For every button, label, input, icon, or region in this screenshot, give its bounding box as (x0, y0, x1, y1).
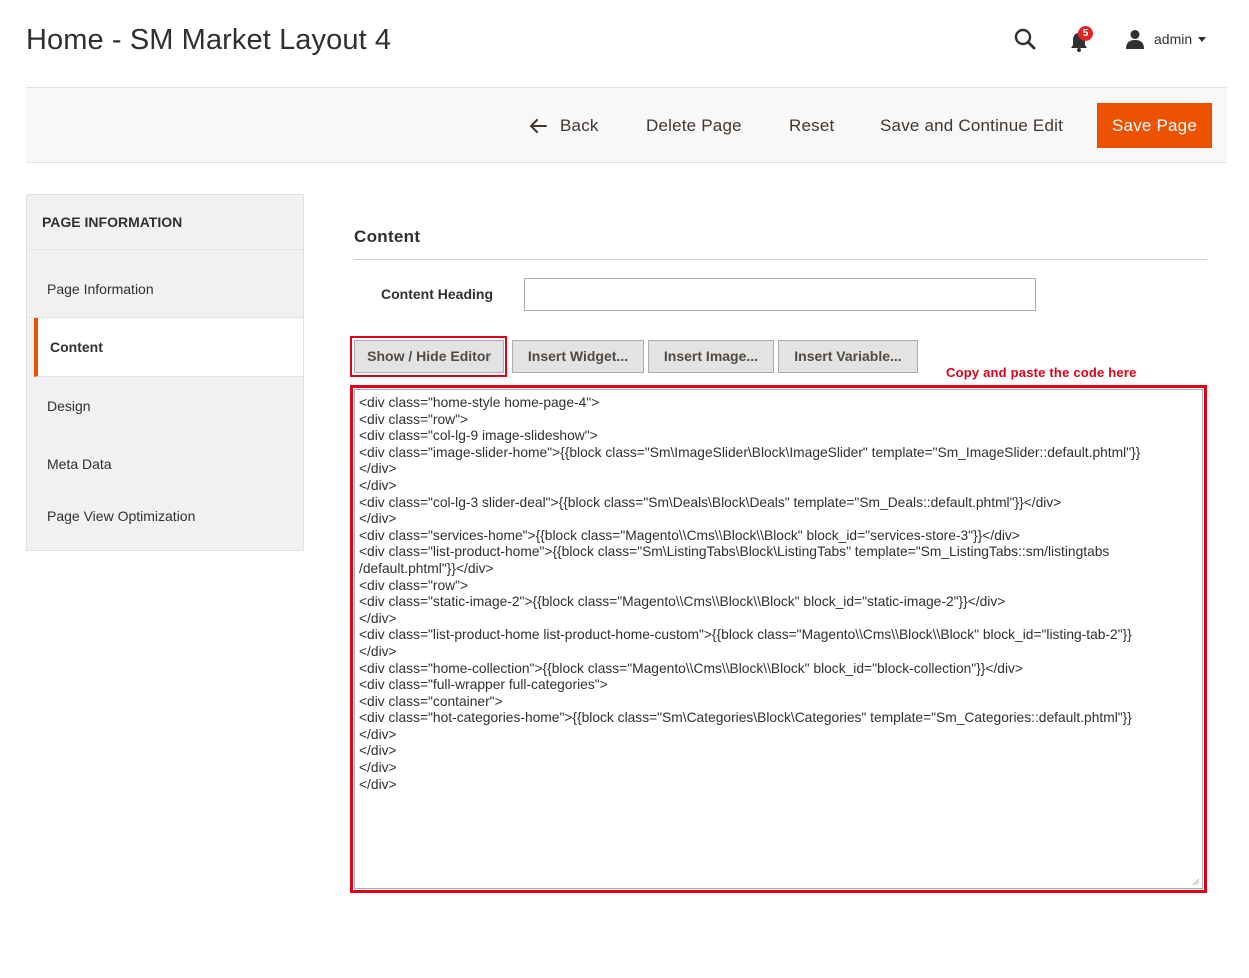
sidebar-item-design[interactable]: Design (27, 377, 303, 435)
sidebar-item-meta-data[interactable]: Meta Data (27, 435, 303, 493)
code-line: <div class="row"> (359, 411, 469, 427)
sidebar-item-content[interactable]: Content (34, 318, 303, 377)
code-line: </div> (359, 610, 397, 626)
code-line: </div> (359, 726, 397, 742)
resize-handle-icon[interactable] (1192, 878, 1200, 886)
insert-widget-button[interactable]: Insert Widget... (512, 340, 644, 373)
back-button[interactable]: Back (530, 88, 599, 164)
user-menu-button[interactable]: admin (1125, 27, 1211, 51)
editor-button-highlight (350, 336, 507, 377)
search-icon (1014, 28, 1036, 50)
code-line: <div class="static-image-2">{{block clas… (359, 594, 1006, 610)
sidebar-item-page-view-optimization[interactable]: Page View Optimization (27, 493, 303, 550)
annotation-text: Copy and paste the code here (946, 365, 1137, 380)
insert-variable-button[interactable]: Insert Variable... (778, 340, 918, 373)
save-page-button[interactable]: Save Page (1097, 103, 1212, 148)
chevron-down-icon (1198, 36, 1207, 42)
page-title: Home - SM Market Layout 4 (26, 24, 392, 56)
delete-page-button[interactable]: Delete Page (646, 88, 742, 164)
code-line: </div> (359, 511, 397, 527)
sidebar-item-page-information[interactable]: Page Information (27, 250, 303, 318)
code-line: <div class="col-lg-3 slider-deal">{{bloc… (359, 494, 1062, 510)
code-line: <div class="col-lg-9 image-slideshow"> (359, 428, 598, 444)
code-line: <div class="container"> (359, 693, 503, 709)
section-title: Content (354, 227, 421, 246)
user-name: admin (1154, 31, 1193, 47)
content-code-textarea[interactable]: <div class="home-style home-page-4"> <div… (354, 389, 1203, 889)
code-line: <div class="hot-categories-home">{{block… (359, 710, 1132, 726)
content-heading-label: Content Heading (381, 286, 493, 302)
save-and-continue-button[interactable]: Save and Continue Edit (880, 88, 1063, 164)
code-line: <div class="home-collection">{{block cla… (359, 660, 1023, 676)
code-line: <div class="row"> (359, 577, 469, 593)
arrow-left-icon (530, 119, 547, 133)
page-actions-toolbar: Back Delete Page Reset Save and Continue… (26, 87, 1227, 163)
content-heading-input[interactable] (524, 278, 1036, 311)
code-line: </div> (359, 477, 397, 493)
code-line: </div> (359, 776, 397, 792)
sidebar-title: PAGE INFORMATION (27, 195, 303, 250)
code-line: </div> (359, 643, 397, 659)
code-line: <div class="list-product-home">{{block c… (359, 544, 1110, 560)
code-line: /default.phtml"}}</div> (359, 560, 494, 576)
code-line: <div class="image-slider-home">{{block c… (359, 444, 1141, 460)
search-button[interactable] (1013, 27, 1037, 51)
insert-image-button[interactable]: Insert Image... (648, 340, 774, 373)
section-divider (354, 259, 1207, 260)
code-line: <div class="list-product-home list-produ… (359, 627, 1132, 643)
code-line: <div class="home-style home-page-4"> (359, 395, 600, 410)
notifications-button[interactable]: 5 (1069, 26, 1099, 53)
code-line: <div class="services-home">{{block class… (359, 527, 1020, 543)
code-line: </div> (359, 461, 397, 477)
sidebar: PAGE INFORMATION Page Information Conten… (26, 194, 304, 551)
back-label: Back (560, 116, 599, 135)
user-icon (1126, 30, 1144, 49)
code-line: <div class="full-wrapper full-categories… (359, 677, 608, 693)
reset-button[interactable]: Reset (789, 88, 834, 164)
notification-count-badge: 5 (1078, 26, 1093, 41)
code-line: </div> (359, 743, 397, 759)
code-line: </div> (359, 760, 397, 776)
